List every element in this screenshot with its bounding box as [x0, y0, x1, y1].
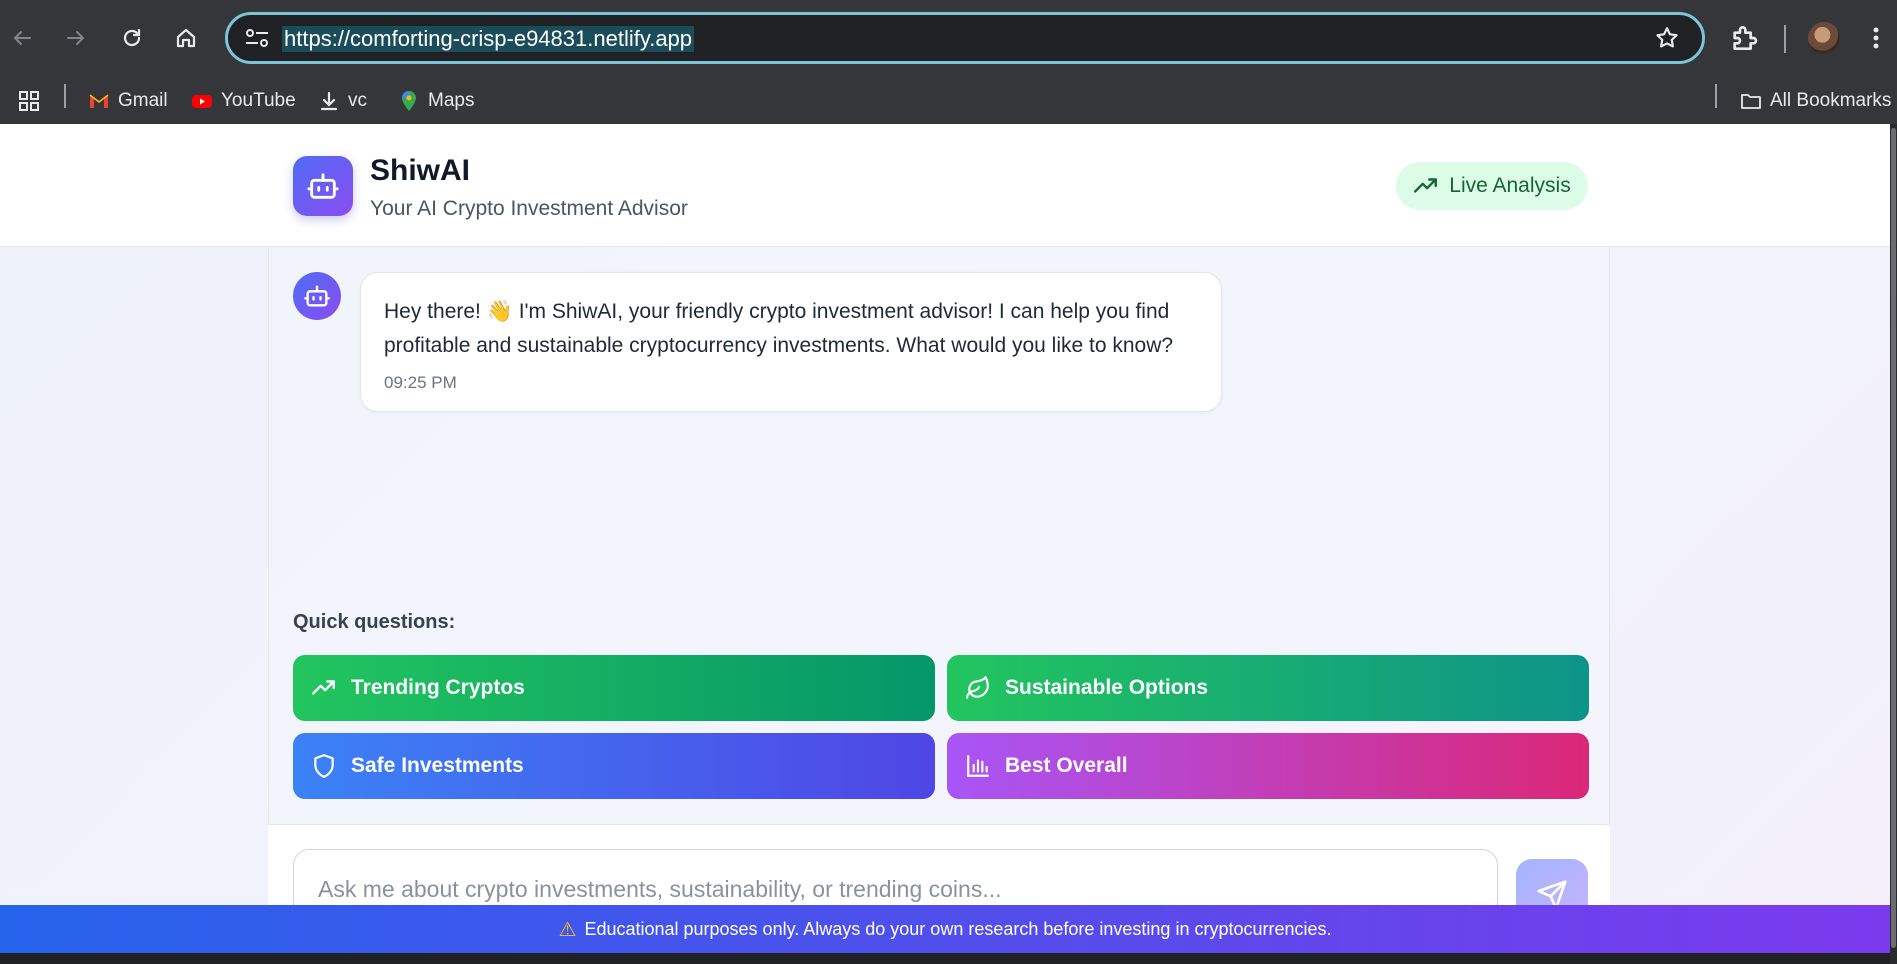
bookmarks-bar: Gmail YouTube vc Maps All Bookmarks — [0, 78, 1897, 124]
warning-icon: ⚠ — [558, 918, 577, 941]
bookmark-gmail[interactable]: Gmail — [88, 88, 168, 114]
app-title: ShiwAI — [370, 154, 471, 187]
youtube-icon — [192, 95, 212, 108]
app-logo — [293, 156, 353, 216]
arrow-right-icon — [67, 31, 85, 45]
trending-up-icon — [1414, 178, 1438, 193]
message-text: Hey there! 👋 I'm ShiwAI, your friendly c… — [384, 300, 1174, 357]
message-time: 09:25 PM — [384, 373, 457, 392]
bookmark-youtube[interactable]: YouTube — [191, 88, 296, 114]
all-bookmarks-label: All Bookmarks — [1770, 90, 1892, 111]
disclaimer-text: Educational purposes only. Always do you… — [584, 918, 1332, 939]
maps-icon — [402, 91, 416, 111]
bar-chart-icon — [967, 755, 989, 777]
url-text[interactable]: https://comforting-crisp-e94831.netlify.… — [282, 26, 695, 52]
live-analysis-label: Live Analysis — [1449, 174, 1571, 197]
home-icon — [176, 28, 196, 48]
apps-button[interactable] — [18, 88, 40, 114]
quick-best-overall-button[interactable]: Best Overall — [947, 733, 1589, 799]
quick-trending-cryptos-button[interactable]: Trending Cryptos — [293, 655, 935, 721]
browser-chrome: https://comforting-crisp-e94831.netlify.… — [0, 0, 1897, 124]
reload-icon — [123, 28, 141, 47]
scrollbar-thumb[interactable] — [1891, 128, 1896, 948]
profile-avatar[interactable] — [1808, 22, 1840, 54]
bot-avatar — [293, 272, 341, 320]
reload-button[interactable] — [114, 20, 150, 56]
disclaimer-banner: ⚠ Educational purposes only. Always do y… — [0, 905, 1890, 953]
bookmark-label: Gmail — [118, 90, 168, 111]
back-button[interactable] — [4, 20, 40, 56]
bot-message-bubble: Hey there! 👋 I'm ShiwAI, your friendly c… — [360, 272, 1222, 412]
bot-icon — [304, 285, 330, 307]
leaf-icon — [966, 676, 989, 699]
live-analysis-badge: Live Analysis — [1396, 162, 1588, 210]
toolbar-divider — [1784, 25, 1786, 53]
home-button[interactable] — [168, 20, 204, 56]
app-subtitle: Your AI Crypto Investment Advisor — [370, 197, 688, 220]
bookmark-maps[interactable]: Maps — [398, 88, 474, 114]
window-bottom-edge — [0, 953, 1890, 964]
bookmark-vc[interactable]: vc — [318, 88, 367, 114]
quick-sustainable-options-button[interactable]: Sustainable Options — [947, 655, 1589, 721]
download-icon — [320, 91, 338, 111]
site-settings-icon[interactable] — [242, 25, 272, 51]
shield-icon — [314, 754, 334, 778]
bookmarks-divider — [64, 84, 66, 108]
quick-button-label: Sustainable Options — [1005, 676, 1209, 699]
trending-up-icon — [311, 680, 335, 695]
quick-safe-investments-button[interactable]: Safe Investments — [293, 733, 935, 799]
app-header: ShiwAI Your AI Crypto Investment Advisor… — [0, 124, 1890, 247]
bookmark-label: vc — [348, 90, 367, 111]
bot-icon — [307, 173, 339, 199]
apps-grid-icon — [19, 91, 39, 111]
forward-button[interactable] — [58, 20, 94, 56]
extensions-icon[interactable] — [1728, 22, 1760, 54]
bookmarks-divider — [1715, 84, 1717, 108]
quick-button-label: Safe Investments — [351, 754, 524, 777]
quick-questions-label: Quick questions: — [293, 611, 456, 633]
arrow-left-icon — [13, 31, 31, 45]
bookmark-label: YouTube — [221, 90, 296, 111]
browser-toolbar: https://comforting-crisp-e94831.netlify.… — [0, 0, 1897, 78]
more-menu-icon[interactable] — [1866, 22, 1886, 54]
quick-button-label: Trending Cryptos — [351, 676, 525, 699]
address-bar[interactable]: https://comforting-crisp-e94831.netlify.… — [225, 12, 1705, 64]
quick-button-label: Best Overall — [1005, 754, 1128, 777]
star-icon[interactable] — [1654, 25, 1680, 51]
gmail-icon — [89, 94, 109, 108]
bookmark-label: Maps — [428, 90, 475, 111]
folder-icon — [1741, 94, 1761, 109]
all-bookmarks-button[interactable]: All Bookmarks — [1740, 88, 1891, 114]
